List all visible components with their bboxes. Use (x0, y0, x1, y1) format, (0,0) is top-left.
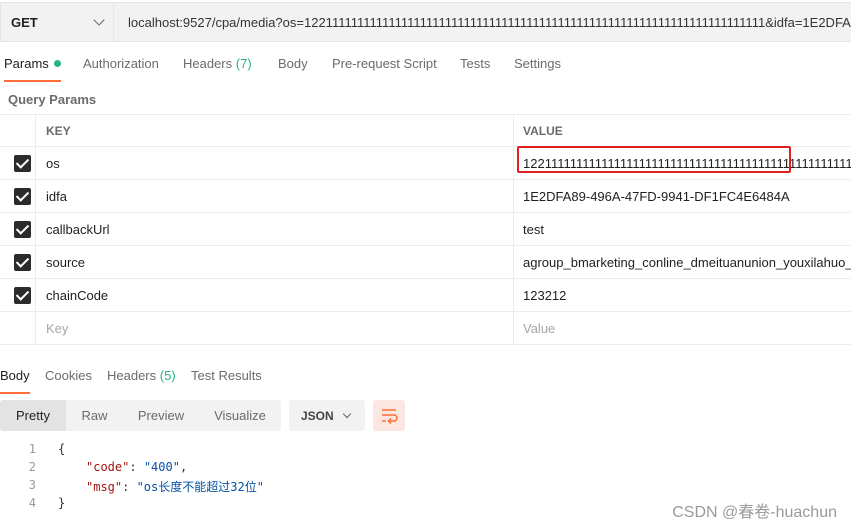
table-row: callbackUrl test (0, 213, 851, 246)
url-input[interactable]: localhost:9527/cpa/media?os=122111111111… (113, 2, 851, 42)
watermark: CSDN @春卷-huachun (672, 504, 837, 521)
param-key[interactable]: chainCode (36, 279, 514, 311)
view-mode-visualize[interactable]: Visualize (199, 400, 281, 431)
tab-params[interactable]: Params (4, 56, 61, 82)
row-checkbox[interactable] (14, 155, 31, 172)
tab-label: Authorization (83, 56, 159, 71)
tab-test-results[interactable]: Test Results (191, 368, 262, 394)
response-headers-count: (5) (159, 368, 176, 383)
query-params-title: Query Params (8, 92, 97, 107)
tab-authorization[interactable]: Authorization (83, 56, 159, 82)
request-url-bar: GET localhost:9527/cpa/media?os=12211111… (0, 0, 851, 44)
line-number: 4 (28, 496, 36, 510)
tab-response-body[interactable]: Body (0, 368, 30, 394)
active-tab-underline (4, 80, 61, 82)
param-key[interactable]: callbackUrl (36, 213, 514, 245)
column-header-key: KEY (36, 115, 514, 146)
json-key: "code" (86, 460, 130, 474)
params-active-dot-icon (53, 60, 61, 67)
code-text: "msg": "os长度不能超过32位" (86, 480, 264, 494)
tab-label: Pre-request Script (332, 56, 437, 71)
header-checkbox-cell (0, 115, 36, 146)
param-value[interactable]: 1E2DFA89-496A-47FD-9941-DF1FC4E6484A (514, 180, 851, 212)
chevron-down-icon (342, 409, 352, 419)
code-line: 1 { (0, 442, 851, 460)
code-text: "code": "400", (86, 460, 188, 474)
table-header-row: KEY VALUE (0, 114, 851, 147)
table-row: idfa 1E2DFA89-496A-47FD-9941-DF1FC4E6484… (0, 180, 851, 213)
line-number: 2 (28, 460, 36, 474)
checkbox-cell (0, 180, 36, 212)
tab-headers[interactable]: Headers (7) (183, 56, 252, 82)
tab-body[interactable]: Body (278, 56, 308, 82)
method-select[interactable]: GET (0, 2, 113, 42)
json-key: "msg" (86, 480, 123, 494)
table-row: chainCode 123212 (0, 279, 851, 312)
headers-count: (7) (235, 56, 252, 71)
row-checkbox[interactable] (14, 188, 31, 205)
line-number: 1 (28, 442, 36, 456)
line-number: 3 (28, 478, 36, 492)
checkbox-cell (0, 147, 36, 179)
code-line: 3 "msg": "os长度不能超过32位" (0, 478, 851, 496)
code-text: } (58, 496, 66, 510)
table-row: source agroup_bmarketing_conline_dmeitua… (0, 246, 851, 279)
format-label: JSON (301, 408, 334, 423)
view-mode-preview[interactable]: Preview (123, 400, 199, 431)
checkbox-cell (0, 279, 36, 311)
column-header-value: VALUE (523, 123, 563, 138)
tab-tests[interactable]: Tests (460, 56, 490, 82)
checkbox-cell (0, 312, 36, 344)
param-value[interactable]: agroup_bmarketing_conline_dmeituanunion_… (514, 246, 851, 278)
param-value[interactable]: test (514, 213, 851, 245)
request-tabs: Params Authorization Headers (7) Body Pr… (0, 56, 851, 82)
tab-label: Params (4, 56, 49, 71)
tab-settings[interactable]: Settings (514, 56, 561, 82)
method-label: GET (11, 14, 38, 30)
response-tabs: Body Cookies Headers (5) Test Results (0, 368, 851, 394)
tab-label: Cookies (45, 368, 92, 383)
tab-cookies[interactable]: Cookies (45, 368, 92, 394)
tab-label: Headers (107, 368, 157, 383)
red-highlight-annotation (517, 146, 791, 173)
tab-label: Settings (514, 56, 561, 71)
row-checkbox[interactable] (14, 221, 31, 238)
new-key-input[interactable]: Key (36, 312, 514, 344)
active-tab-underline (0, 392, 30, 394)
tab-pre-request-script[interactable]: Pre-request Script (332, 56, 437, 82)
tab-label: Test Results (191, 368, 262, 383)
view-mode-segment: Pretty Raw Preview Visualize (0, 400, 281, 431)
view-mode-pretty[interactable]: Pretty (0, 400, 66, 431)
param-key[interactable]: idfa (36, 180, 514, 212)
tab-label: Body (278, 56, 308, 71)
tab-response-headers[interactable]: Headers (5) (107, 368, 176, 394)
param-value[interactable]: 123212 (514, 279, 851, 311)
code-line: 2 "code": "400", (0, 460, 851, 478)
wrap-lines-button[interactable] (373, 400, 405, 431)
tab-label: Headers (183, 56, 233, 71)
tab-label: Tests (460, 56, 491, 71)
param-key[interactable]: source (36, 246, 514, 278)
row-checkbox[interactable] (14, 287, 31, 304)
wrap-lines-icon (382, 409, 398, 425)
view-mode-raw[interactable]: Raw (66, 400, 123, 431)
chevron-down-icon (93, 14, 105, 26)
new-value-input[interactable]: Value (514, 312, 851, 344)
json-value: "400" (143, 460, 180, 474)
tab-label: Body (0, 368, 30, 383)
checkbox-cell (0, 213, 36, 245)
checkbox-cell (0, 246, 36, 278)
new-param-row: Key Value (0, 312, 851, 345)
format-select[interactable]: JSON (289, 400, 365, 431)
code-text: { (58, 442, 66, 456)
json-value: "os长度不能超过32位" (136, 480, 264, 494)
row-checkbox[interactable] (14, 254, 31, 271)
param-key[interactable]: os (36, 147, 514, 179)
